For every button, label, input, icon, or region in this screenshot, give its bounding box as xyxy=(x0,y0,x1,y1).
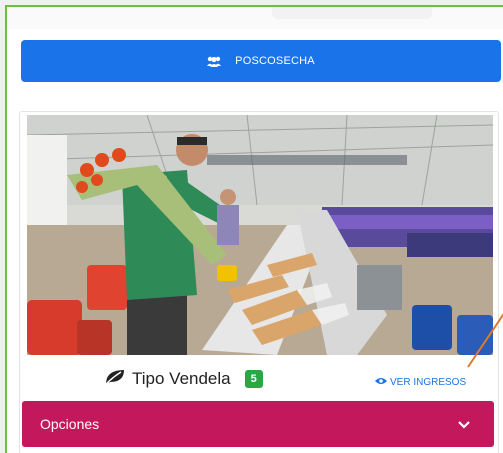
top-tab xyxy=(272,7,432,19)
eye-icon xyxy=(375,377,387,388)
product-info-row: Tipo Vendela 5 VER INGRESOS xyxy=(20,364,498,394)
count-badge: 5 xyxy=(244,370,263,388)
product-card: Tipo Vendela 5 VER INGRESOS Opciones xyxy=(19,111,499,453)
options-dropdown[interactable]: Opciones xyxy=(22,401,494,447)
top-strip xyxy=(7,7,503,29)
chevron-down-icon xyxy=(458,416,470,432)
banner-label: POSCOSECHA xyxy=(235,55,315,67)
product-photo xyxy=(27,115,493,355)
product-title: Tipo Vendela xyxy=(132,369,231,388)
page-frame: POSCOSECHA Tipo Vendela 5 VER INGRESOS O… xyxy=(5,5,503,453)
product-title-group: Tipo Vendela 5 xyxy=(104,364,263,394)
options-label: Opciones xyxy=(40,416,100,432)
poscosecha-banner-button[interactable]: POSCOSECHA xyxy=(21,40,501,82)
users-icon xyxy=(207,56,222,67)
ver-ingresos-link[interactable]: VER INGRESOS xyxy=(375,377,466,388)
ver-ingresos-label: VER INGRESOS xyxy=(390,377,467,388)
leaf-icon xyxy=(104,368,126,391)
